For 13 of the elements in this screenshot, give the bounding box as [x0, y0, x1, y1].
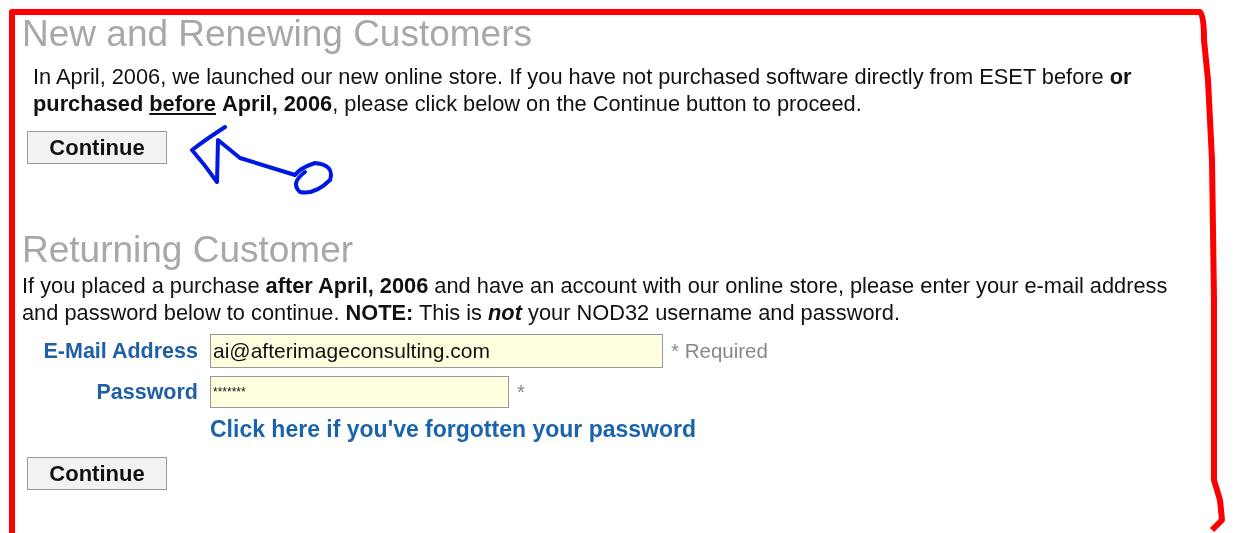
intro-paragraph: In April, 2006, we launched our new online store. If you have not purchased software directly from ESET before or purchased before April, 2006, please click below on the Continue button to proceed. [32, 63, 1133, 117]
section-heading: Returning Customer [22, 230, 355, 270]
required-note: * Required [671, 339, 768, 363]
required-note: * [517, 380, 525, 404]
intro-paragraph: If you placed a purchase after April, 2006 and have an account with our online store, please enter your e-mail address and password below to continue. NOTE: This is not your NOD32 username and password. [22, 272, 1169, 326]
continue-button[interactable]: Continue [27, 131, 167, 164]
continue-button[interactable]: Continue [27, 457, 167, 490]
password-field[interactable]: ******* [210, 376, 509, 408]
forgot-password-link[interactable]: Click here if you've forgotten your password [210, 416, 1236, 443]
field-label: Password [96, 379, 198, 405]
email-field[interactable]: ai@afterimageconsulting.com [210, 334, 663, 368]
section-heading: New and Renewing Customers [22, 14, 533, 54]
field-label: E-Mail Address [43, 338, 198, 364]
